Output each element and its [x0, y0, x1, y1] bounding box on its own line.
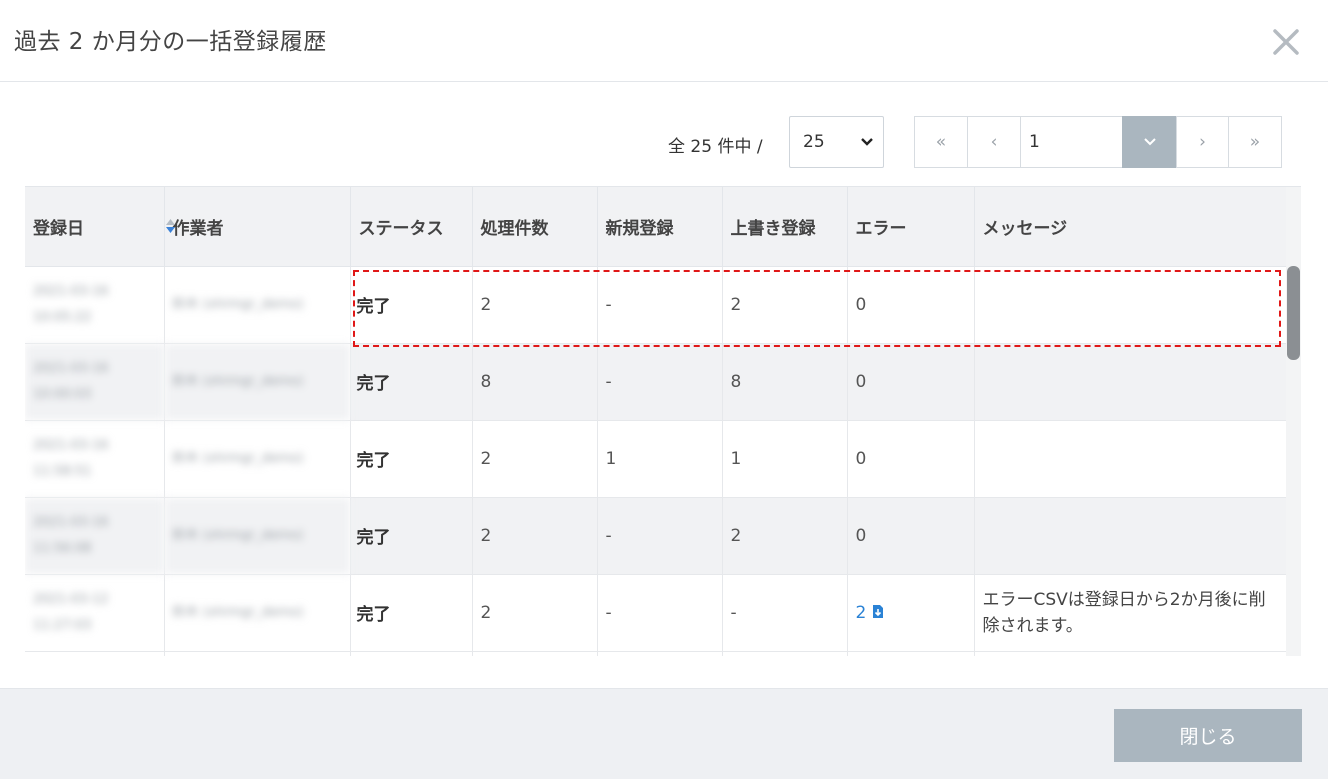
column-header-processed: 処理件数: [472, 187, 598, 267]
sort-icon[interactable]: [165, 218, 176, 234]
scrollbar-thumb[interactable]: [1287, 266, 1300, 360]
table-row: 2021-03-16 10:05:22 鈴木 (xhrmgr_demo) 完了 …: [25, 266, 1287, 344]
table-header-row: 登録日 作業者 ステータス 処理件数 新規登録 上書き登録 エラー メッセージ: [25, 187, 1287, 267]
cell-status: 完了: [350, 266, 473, 344]
cell-processed: 2: [472, 574, 598, 652]
column-header-overwrite: 上書き登録: [722, 187, 848, 267]
cell-status: 完了: [350, 420, 473, 498]
cell-new: -: [597, 574, 723, 652]
cell-processed: 2: [472, 420, 598, 498]
cell-error: 0: [847, 497, 975, 575]
cell-message: [974, 497, 1287, 575]
last-page-button[interactable]: »: [1228, 116, 1282, 168]
cell-status: 完了: [350, 343, 473, 421]
column-header-error: エラー: [847, 187, 975, 267]
next-page-button[interactable]: ›: [1176, 116, 1229, 168]
error-count-link[interactable]: 2: [856, 603, 867, 623]
cell-error-link[interactable]: 2: [847, 574, 975, 652]
close-button[interactable]: 閉じる: [1114, 709, 1302, 762]
cell-date: 2021-03-16 10:00:03: [25, 343, 165, 421]
prev-page-button[interactable]: ‹: [967, 116, 1021, 168]
first-page-button[interactable]: «: [914, 116, 968, 168]
cell-operator: 鈴木 (xhrmgr_demo): [164, 343, 351, 421]
cell-status: 完了: [350, 574, 473, 652]
download-file-icon[interactable]: [872, 604, 884, 619]
page-dropdown-button[interactable]: [1122, 116, 1177, 168]
history-table-container[interactable]: 登録日 作業者 ステータス 処理件数 新規登録 上書き登録 エラー メッセージ …: [25, 186, 1301, 656]
current-page-value: 1: [1029, 132, 1040, 152]
table-row: 2021-03-12 11:27:03 鈴木 (xhrmgr_demo) 完了 …: [25, 574, 1287, 652]
pager-summary: 全 25 件中 /: [668, 137, 763, 157]
cell-error: 0: [847, 420, 975, 498]
per-page-value: 25: [803, 132, 825, 152]
column-header-status: ステータス: [350, 187, 473, 267]
cell-overwrite: 2: [722, 266, 848, 344]
cell-error: 0: [847, 266, 975, 344]
cell-operator: 鈴木 (xhrmgr_demo): [164, 266, 351, 344]
cell-date: 2021-03-16 10:05:22: [25, 266, 165, 344]
table-row: [25, 651, 1287, 656]
column-header-message: メッセージ: [974, 187, 1287, 267]
cell-new: -: [597, 266, 723, 344]
cell-date: 2021-03-16 11:56:08: [25, 497, 165, 575]
table-scrollbar[interactable]: [1286, 187, 1301, 656]
cell-processed: 2: [472, 497, 598, 575]
cell-operator: 鈴木 (xhrmgr_demo): [164, 574, 351, 652]
cell-new: 1: [597, 420, 723, 498]
column-header-new: 新規登録: [597, 187, 723, 267]
cell-message: エラーCSVは登録日から2か月後に削除されます。: [974, 574, 1287, 652]
chevron-down-icon: [861, 138, 873, 146]
cell-overwrite: 1: [722, 420, 848, 498]
cell-message: [974, 266, 1287, 344]
cell-date: 2021-03-16 11:58:51: [25, 420, 165, 498]
table-row: 2021-03-16 10:00:03 鈴木 (xhrmgr_demo) 完了 …: [25, 343, 1287, 421]
dialog-title: 過去 2 か月分の一括登録履歴: [14, 29, 327, 55]
page-number-input[interactable]: 1: [1020, 116, 1123, 168]
cell-processed: 8: [472, 343, 598, 421]
cell-overwrite: 8: [722, 343, 848, 421]
cell-new: -: [597, 497, 723, 575]
cell-date: 2021-03-12 11:27:03: [25, 574, 165, 652]
cell-processed: 2: [472, 266, 598, 344]
close-icon[interactable]: [1268, 24, 1304, 60]
cell-message: [974, 420, 1287, 498]
cell-overwrite: 2: [722, 497, 848, 575]
table-row: 2021-03-16 11:56:08 鈴木 (xhrmgr_demo) 完了 …: [25, 497, 1287, 575]
per-page-select[interactable]: 25: [789, 116, 884, 168]
column-header-date[interactable]: 登録日: [25, 187, 175, 267]
chevron-down-icon: [1143, 138, 1156, 146]
cell-status: 完了: [350, 497, 473, 575]
cell-operator: 鈴木 (xhrmgr_demo): [164, 497, 351, 575]
cell-new: -: [597, 343, 723, 421]
table-row: 2021-03-16 11:58:51 鈴木 (xhrmgr_demo) 完了 …: [25, 420, 1287, 498]
dialog-header: 過去 2 か月分の一括登録履歴: [0, 0, 1328, 82]
column-header-operator: 作業者: [164, 187, 351, 267]
cell-message: [974, 343, 1287, 421]
cell-overwrite: -: [722, 574, 848, 652]
history-table: 登録日 作業者 ステータス 処理件数 新規登録 上書き登録 エラー メッセージ …: [25, 187, 1287, 656]
cell-operator: 鈴木 (xhrmgr_demo): [164, 420, 351, 498]
cell-error: 0: [847, 343, 975, 421]
